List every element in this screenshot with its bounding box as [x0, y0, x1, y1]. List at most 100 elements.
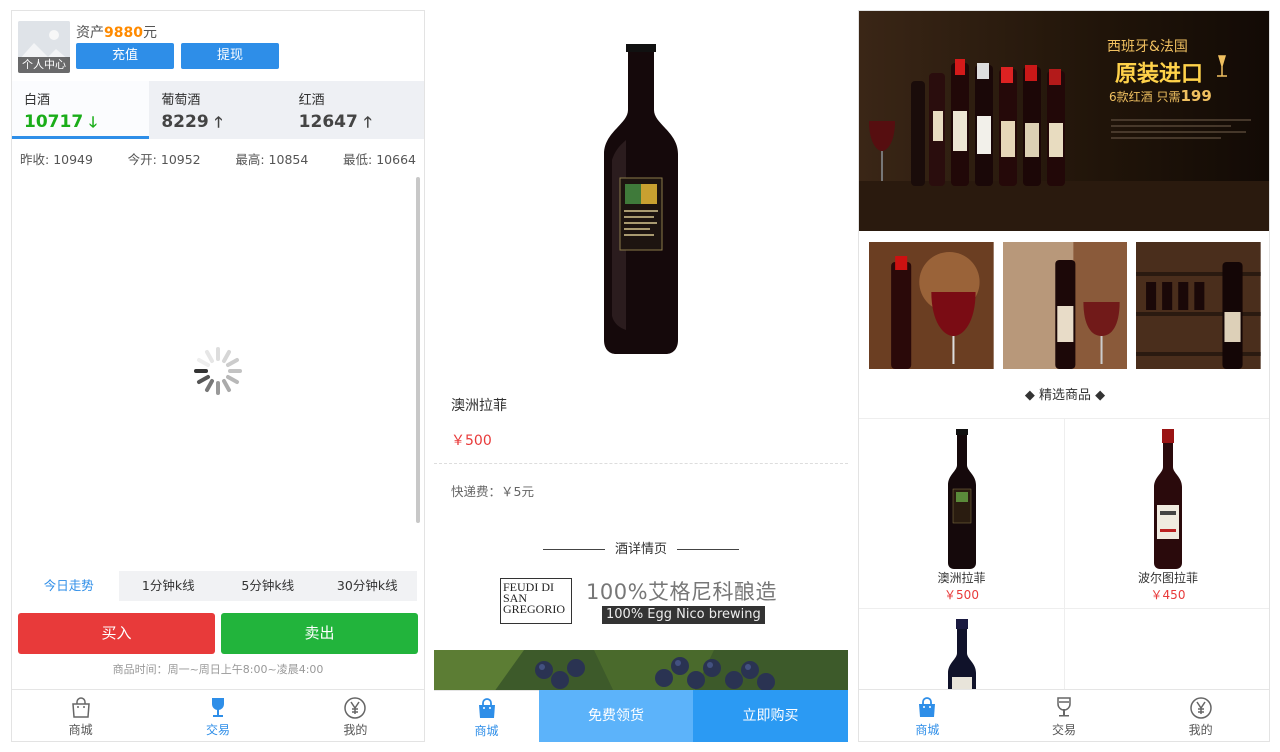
category-thumbnails — [869, 242, 1262, 369]
mall-panel: 西班牙&法国 原装进口 6款红酒 只需199 ◆ 精选商品 ◆ 澳洲拉菲 ￥50… — [858, 10, 1270, 742]
period-tabs: 今日走势 1分钟k线 5分钟k线 30分钟k线 — [19, 571, 417, 601]
nav-label: 交易 — [1052, 723, 1077, 737]
assets-label: 资产 — [76, 25, 104, 41]
banner-line3: 6款红酒 只需199 — [1109, 87, 1212, 105]
yen-circle-icon — [1189, 697, 1212, 719]
divider — [434, 463, 848, 464]
shipping-fee: 快递费：￥5元 — [451, 484, 534, 499]
yen-circle-icon — [344, 697, 367, 719]
trading-hours: 商品时间：周一~周日上午8:00~凌晨4:00 — [112, 663, 324, 676]
wine-glass-icon — [211, 698, 224, 717]
shopping-bag-icon — [478, 698, 495, 718]
trading-panel: 个人中心 资产9880元 充值 提现 白酒 10717 🡓 葡萄酒 8229 🡑 红… — [11, 10, 425, 742]
product-bottle-image — [1154, 429, 1182, 569]
shopping-bag-icon — [919, 697, 936, 717]
product-name: 波尔图拉菲 — [1137, 571, 1198, 585]
withdraw-button[interactable]: 提现 — [181, 43, 279, 69]
banner-line1: 西班牙&法国 — [1107, 39, 1188, 55]
avatar[interactable]: 个人中心 — [18, 21, 70, 73]
promo-banner[interactable]: 西班牙&法国 原装进口 6款红酒 只需199 — [859, 11, 1270, 231]
assets-unit: 元 — [142, 25, 157, 41]
brand-logo: FEUDI DI SAN GREGORIO — [500, 578, 572, 624]
nav-mall[interactable]: 商城 — [12, 690, 149, 741]
wine-crate-photo — [1002, 242, 1128, 369]
wine-glass-photo — [869, 242, 994, 369]
banner-price: 199 — [1180, 87, 1211, 105]
market-name: 白酒 — [24, 93, 51, 108]
market-value: 8229 — [161, 112, 209, 132]
bottom-nav: 商城 交易 我的 — [859, 689, 1269, 741]
stat-value: 10949 — [53, 152, 93, 167]
stat-prev-close: 昨收: 10949 — [20, 149, 93, 169]
nav-label: 我的 — [1188, 723, 1213, 737]
stat-value: 10664 — [376, 152, 416, 167]
product-detail-panel: 澳洲拉菲 ￥500 快递费：￥5元 酒详情页 FEUDI DI SAN GREG… — [434, 10, 848, 742]
stat-open: 今开: 10952 — [128, 149, 201, 169]
market-name: 红酒 — [298, 93, 325, 108]
market-tabs: 白酒 10717 🡓 葡萄酒 8229 🡑 红酒 12647 🡑 — [12, 81, 424, 139]
stat-high: 最高: 10854 — [235, 149, 308, 169]
market-tab-red-wine[interactable]: 红酒 12647 🡑 — [287, 81, 424, 139]
thumb-wine-crate[interactable] — [1002, 242, 1128, 369]
product-price: ￥500 — [944, 588, 979, 602]
market-tab-wine[interactable]: 葡萄酒 8229 🡑 — [149, 81, 286, 139]
stat-value: 10854 — [268, 152, 309, 167]
buy-now-button[interactable]: 立即购买 — [693, 690, 848, 742]
wine-bottle-image[interactable] — [434, 10, 848, 380]
thumb-red-wine-glass[interactable] — [869, 242, 994, 369]
product-name: 澳洲拉菲 — [451, 398, 507, 414]
product-price: ￥450 — [1150, 588, 1186, 602]
product-action-bar: 商城 免费领货 立即购买 — [434, 690, 848, 742]
price-stats: 昨收: 10949 今开: 10952 最高: 10854 最低: 10664 — [12, 149, 424, 169]
nav-mall[interactable]: 商城 — [434, 690, 539, 742]
stat-value: 10952 — [160, 152, 201, 167]
nav-label: 商城 — [915, 723, 940, 737]
product-name: 澳洲拉菲 — [937, 571, 986, 585]
grapes-image — [434, 650, 848, 692]
wine-cellar-photo — [1136, 242, 1262, 369]
nav-mall[interactable]: 商城 — [859, 690, 996, 741]
product-card[interactable]: 澳洲拉菲 ￥500 — [859, 419, 1065, 609]
wine-glass-icon — [1057, 697, 1071, 717]
tab-1min-kline[interactable]: 1分钟k线 — [119, 571, 219, 601]
nav-trade[interactable]: 交易 — [996, 690, 1133, 741]
market-name: 葡萄酒 — [161, 93, 201, 108]
tab-5min-kline[interactable]: 5分钟k线 — [218, 571, 318, 601]
banner-line2: 原装进口 — [1115, 62, 1203, 87]
nav-mine[interactable]: 我的 — [287, 690, 424, 741]
sell-button[interactable]: 卖出 — [221, 613, 418, 654]
detail-heading: 酒详情页 — [434, 538, 848, 557]
product-price: ￥500 — [451, 433, 492, 449]
nav-label: 商城 — [474, 724, 499, 738]
nav-mine[interactable]: 我的 — [1132, 690, 1269, 741]
bottom-nav: 商城 交易 我的 — [12, 689, 424, 741]
product-bottle-image — [947, 429, 976, 569]
product-grid: 澳洲拉菲 ￥500 波尔图拉菲 ￥450 — [859, 418, 1269, 703]
scrollbar[interactable] — [416, 177, 420, 523]
nav-label: 商城 — [68, 723, 93, 737]
market-value: 12647 — [298, 112, 358, 132]
product-card[interactable] — [859, 609, 1065, 703]
assets-balance: 资产9880元 — [76, 22, 157, 42]
recharge-button[interactable]: 充值 — [76, 43, 174, 69]
avatar-caption: 个人中心 — [18, 57, 70, 73]
market-tab-baijiu[interactable]: 白酒 10717 🡓 — [12, 81, 150, 139]
free-claim-button[interactable]: 免费领货 — [539, 690, 693, 742]
nav-label: 交易 — [205, 723, 230, 737]
stat-label: 最低: — [343, 152, 373, 167]
stat-low: 最低: 10664 — [343, 149, 416, 169]
buy-button[interactable]: 买入 — [18, 613, 215, 654]
brand-slogan-en: 100% Egg Nico brewing — [602, 606, 765, 624]
tab-today-trend[interactable]: 今日走势 — [19, 571, 119, 601]
brand-slogan-cn: 100%艾格尼科酿造 — [586, 580, 778, 604]
loading-spinner-icon — [194, 347, 242, 395]
stat-label: 昨收: — [20, 152, 50, 167]
nav-trade[interactable]: 交易 — [149, 690, 286, 741]
arrow-up-icon: 🡑 — [214, 113, 223, 131]
tab-30min-kline[interactable]: 30分钟k线 — [318, 571, 418, 601]
arrow-down-icon: 🡓 — [89, 113, 97, 131]
product-card[interactable]: 波尔图拉菲 ￥450 — [1065, 419, 1269, 609]
banner-line3-prefix: 6款红酒 只需 — [1109, 89, 1180, 104]
thumb-wine-cellar[interactable] — [1136, 242, 1262, 369]
account-header: 个人中心 资产9880元 充值 提现 — [12, 11, 424, 81]
